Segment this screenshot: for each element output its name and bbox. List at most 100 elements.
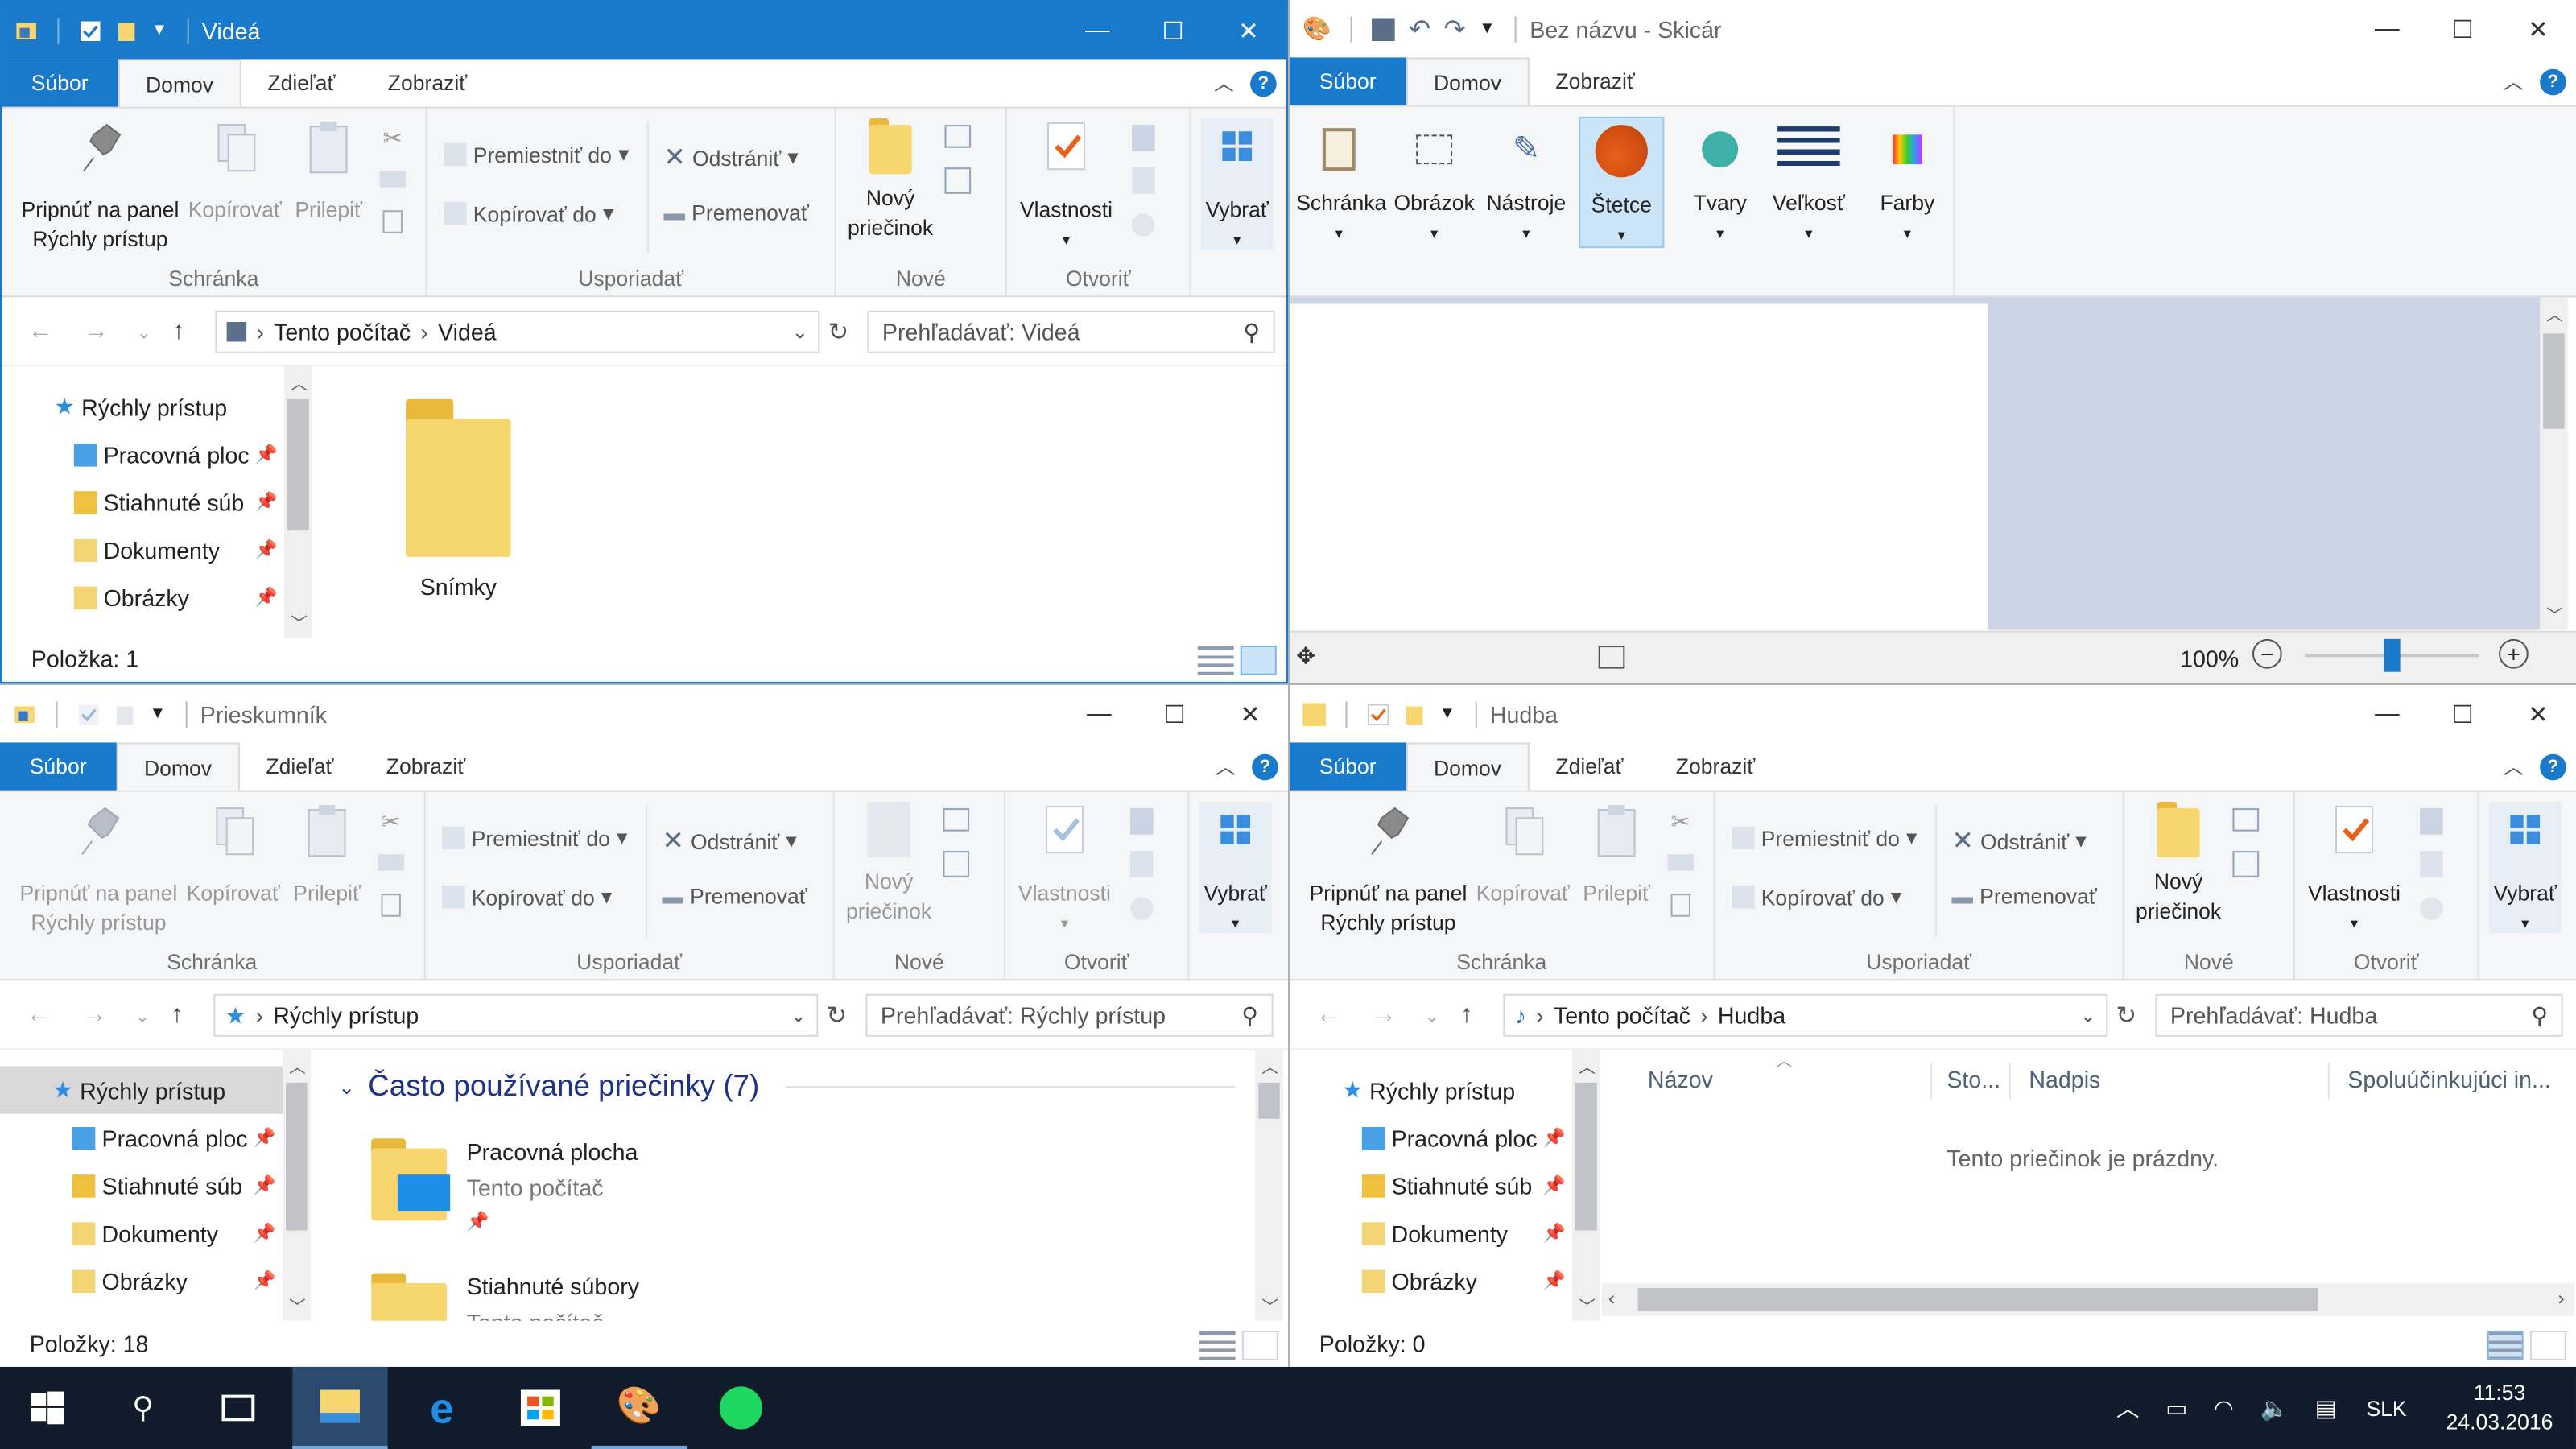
- paste-button[interactable]: Prilepiť: [1572, 802, 1661, 909]
- properties-button[interactable]: Vlastnosti ▾: [1013, 118, 1119, 254]
- back-icon[interactable]: ←: [27, 1001, 52, 1029]
- new-folder-button[interactable]: Nový priečinok: [838, 801, 940, 927]
- qa-dropdown-icon[interactable]: ▼: [150, 705, 166, 723]
- search-input[interactable]: Prehľadávať: Hudba ⚲: [2155, 993, 2563, 1037]
- column-header-name[interactable]: Názov: [1648, 1066, 1713, 1092]
- size-tool[interactable]: Veľkosť ▾: [1766, 117, 1852, 248]
- nav-downloads[interactable]: Stiahnuté súb 📌: [72, 1162, 283, 1209]
- address-box[interactable]: › Tento počítač › Videá ⌄: [215, 310, 820, 353]
- refresh-icon[interactable]: ↻: [828, 317, 849, 347]
- action-center-icon[interactable]: ▤: [2301, 1394, 2350, 1422]
- pin-quick-access-button[interactable]: Pripnúť na panel Rýchly prístup: [14, 118, 185, 254]
- tab-view[interactable]: Zobraziť: [1530, 57, 1662, 105]
- brushes-tool[interactable]: Štetce ▾: [1579, 116, 1665, 249]
- paste-shortcut-icon[interactable]: [381, 894, 401, 917]
- nav-scroll-thumb[interactable]: [287, 398, 309, 531]
- list-item[interactable]: Pracovná plocha Tento počítač 📌: [371, 1129, 864, 1250]
- qa-dropdown-icon[interactable]: ▼: [151, 22, 167, 39]
- close-icon[interactable]: ✕: [2500, 0, 2576, 57]
- edit-icon[interactable]: [1130, 851, 1154, 877]
- h-scroll-thumb[interactable]: [1637, 1287, 2318, 1311]
- tab-file[interactable]: Súbor: [1290, 57, 1406, 105]
- address-dropdown-icon[interactable]: ⌄: [2080, 1004, 2097, 1027]
- search-button[interactable]: ⚲: [95, 1367, 190, 1449]
- copy-path-icon[interactable]: [378, 854, 405, 871]
- nav-downloads[interactable]: Stiahnuté súb 📌: [73, 478, 284, 526]
- nav-desktop[interactable]: Pracovná ploc 📌: [1361, 1114, 1572, 1162]
- help-icon[interactable]: ?: [1252, 753, 1278, 780]
- content-scrollbar[interactable]: ︿ ﹀: [1255, 1050, 1283, 1321]
- details-view-icon[interactable]: [1199, 1331, 1236, 1360]
- new-item-icon[interactable]: [944, 125, 972, 148]
- open-icon[interactable]: [2420, 808, 2443, 835]
- properties-check-icon[interactable]: [1367, 702, 1390, 725]
- colors-tool[interactable]: Farby ▾: [1864, 117, 1950, 248]
- pin-quick-access-button[interactable]: Pripnúť na panel Rýchly prístup: [1302, 802, 1473, 938]
- nav-scroll-thumb[interactable]: [1575, 1082, 1597, 1231]
- volume-icon[interactable]: 🔈: [2247, 1394, 2301, 1422]
- nav-documents[interactable]: Dokumenty 📌: [1361, 1209, 1572, 1257]
- save-icon[interactable]: [1372, 17, 1396, 40]
- nav-desktop[interactable]: Pracovná ploc 📌: [72, 1114, 283, 1162]
- nav-pictures[interactable]: Obrázky 📌: [73, 573, 284, 621]
- battery-icon[interactable]: ▭: [2153, 1394, 2201, 1422]
- new-folder-qa-icon[interactable]: [115, 19, 138, 42]
- tab-home[interactable]: Domov: [118, 59, 242, 107]
- frequent-folders-header[interactable]: ⌄ Často používané priečinky (7): [338, 1070, 1236, 1104]
- nav-downloads[interactable]: Stiahnuté súb 📌: [1361, 1162, 1572, 1209]
- tab-home[interactable]: Domov: [1406, 57, 1530, 105]
- large-icons-view-icon[interactable]: [1241, 1331, 1278, 1360]
- column-header-track[interactable]: Sto...: [1946, 1066, 2000, 1092]
- content-scroll-thumb[interactable]: [1258, 1082, 1280, 1119]
- help-icon[interactable]: ?: [2540, 68, 2566, 95]
- nav-quick-access[interactable]: ★ Rýchly prístup: [0, 1066, 283, 1114]
- qa-dropdown-icon[interactable]: ▼: [1479, 19, 1495, 37]
- column-header-title[interactable]: Nadpis: [2029, 1066, 2100, 1092]
- paste-shortcut-icon[interactable]: [382, 210, 402, 233]
- new-folder-qa-icon[interactable]: [114, 702, 137, 725]
- pin-quick-access-button[interactable]: Pripnúť na panel Rýchly prístup: [13, 802, 184, 938]
- title-bar[interactable]: 🎨 ↶ ↷ ▼ Bez názvu - Skicár — ☐ ✕: [1290, 0, 2576, 58]
- select-button[interactable]: Vybrať ▾: [1199, 801, 1272, 934]
- address-box[interactable]: ★ › Rýchly prístup ⌄: [213, 993, 819, 1037]
- copy-path-icon[interactable]: [1667, 854, 1695, 871]
- new-folder-button[interactable]: Nový priečinok: [2128, 801, 2230, 927]
- select-button[interactable]: Vybrať ▾: [1200, 118, 1274, 250]
- tab-view[interactable]: Zobraziť: [360, 742, 492, 790]
- delete-button[interactable]: ✕ Odstrániť ▾: [1951, 824, 2086, 857]
- address-dropdown-icon[interactable]: ⌄: [790, 1004, 807, 1027]
- image-tool[interactable]: Obrázok ▾: [1392, 117, 1477, 248]
- history-icon[interactable]: [1130, 897, 1154, 920]
- maximize-icon[interactable]: ☐: [1137, 685, 1212, 742]
- edit-icon[interactable]: [1132, 167, 1155, 194]
- minimize-icon[interactable]: —: [1061, 685, 1137, 742]
- show-hidden-icons-icon[interactable]: ︿: [2103, 1392, 2153, 1425]
- back-icon[interactable]: ←: [1316, 1001, 1341, 1029]
- easy-access-icon[interactable]: [943, 851, 970, 877]
- cut-icon[interactable]: ✂: [383, 125, 402, 153]
- breadcrumb-pc[interactable]: Tento počítač: [274, 319, 411, 345]
- tab-file[interactable]: Súbor: [0, 742, 117, 791]
- breadcrumb-pc[interactable]: Tento počítač: [1554, 1002, 1690, 1029]
- help-icon[interactable]: ?: [1250, 69, 1277, 97]
- select-button[interactable]: Vybrať ▾: [2488, 801, 2562, 934]
- title-bar[interactable]: ▼ Hudba — ☐ ✕: [1290, 685, 2576, 743]
- open-icon[interactable]: [1130, 808, 1154, 835]
- tools-tool[interactable]: ✎ Nástroje ▾: [1484, 117, 1569, 248]
- qa-dropdown-icon[interactable]: ▼: [1439, 705, 1455, 723]
- help-icon[interactable]: ?: [2540, 753, 2566, 780]
- tab-share[interactable]: Zdieľať: [240, 742, 360, 790]
- properties-check-icon[interactable]: [77, 702, 101, 725]
- copy-to-button[interactable]: Kopírovať do ▾: [444, 200, 613, 227]
- close-icon[interactable]: ✕: [2500, 685, 2576, 742]
- paste-button[interactable]: Prilepiť: [284, 118, 373, 225]
- tab-share[interactable]: Zdieľať: [1530, 742, 1649, 790]
- copy-button[interactable]: Kopírovať: [1474, 802, 1572, 909]
- column-header-artists[interactable]: Spoluúčinkujúci in...: [2347, 1066, 2551, 1092]
- task-view-button[interactable]: [191, 1367, 286, 1449]
- maximize-icon[interactable]: ☐: [2425, 685, 2500, 742]
- start-button[interactable]: [0, 1367, 95, 1449]
- move-to-button[interactable]: Premiestniť do ▾: [444, 142, 629, 168]
- canvas-scroll-thumb[interactable]: [2543, 333, 2565, 429]
- nav-documents[interactable]: Dokumenty 📌: [72, 1209, 283, 1257]
